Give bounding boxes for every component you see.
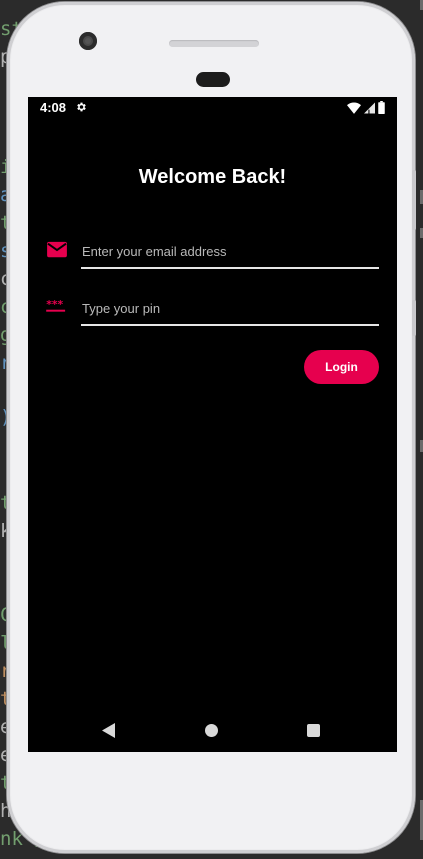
navigation-bar [28,715,397,745]
app-screen: 4:08 Welcome Back! Enter your email addr… [28,97,397,752]
password-icon: *** [46,298,66,312]
status-icons [347,101,385,114]
status-time: 4:08 [40,100,67,115]
status-bar: 4:08 [28,97,397,119]
welcome-title: Welcome Back! [138,166,287,188]
svg-text:***: *** [46,298,63,311]
settings-gear-icon [77,102,86,112]
email-input[interactable] [82,233,379,269]
home-icon[interactable] [205,724,218,737]
mail-icon [47,241,67,258]
proximity-sensor [196,72,230,87]
wifi-icon [347,101,361,114]
pin-underline [81,324,379,326]
recents-icon[interactable] [307,724,320,737]
email-field-row [46,233,379,285]
cell-signal-icon [364,102,375,113]
front-camera [79,32,97,50]
power-button [412,300,416,336]
pin-field-row: *** [46,290,379,342]
email-underline [81,267,379,269]
earpiece-speaker [169,40,259,47]
login-button[interactable]: Login [304,350,379,384]
battery-icon [378,101,385,114]
back-icon[interactable] [102,723,116,738]
pin-input[interactable] [82,290,379,326]
volume-button [412,170,416,230]
